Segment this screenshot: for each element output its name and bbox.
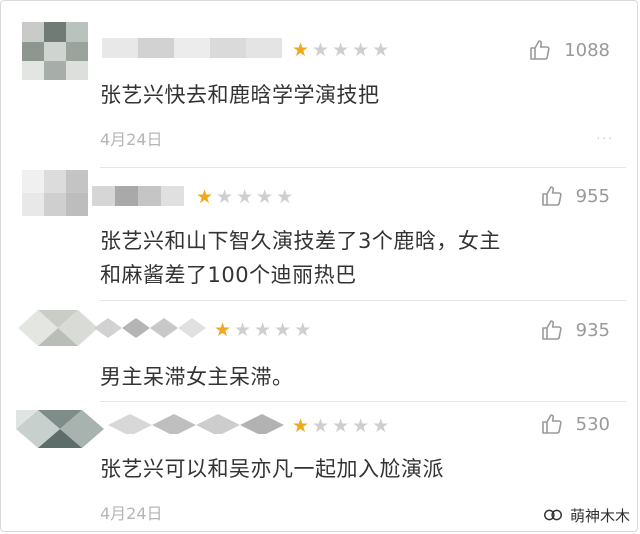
- username-blurred[interactable]: [108, 414, 284, 434]
- divider: [100, 401, 626, 402]
- star-empty-icon: ★: [372, 415, 393, 437]
- star-empty-icon: ★: [236, 186, 257, 208]
- star-empty-icon: ★: [234, 319, 255, 341]
- star-filled-icon: ★: [196, 186, 217, 208]
- star-rating: ★★★★★: [292, 40, 392, 60]
- like-button[interactable]: 955: [540, 183, 610, 209]
- star-rating: ★★★★★: [292, 416, 392, 436]
- star-filled-icon: ★: [292, 39, 313, 61]
- comment-text: 张艺兴快去和鹿晗学学演技把: [100, 78, 380, 112]
- star-empty-icon: ★: [274, 319, 295, 341]
- thumbs-up-icon: [541, 186, 562, 206]
- divider: [100, 300, 626, 301]
- like-count: 955: [575, 185, 610, 207]
- watermark: 萌神木木: [542, 504, 630, 526]
- avatar-blurred[interactable]: [22, 170, 88, 216]
- comment-text-line: 张艺兴可以和吴亦凡一起加入尬演派: [100, 457, 444, 481]
- divider: [100, 167, 626, 168]
- avatar-blurred[interactable]: [18, 306, 98, 350]
- comment-text-line: 男主呆滞女主呆滞。: [100, 365, 294, 389]
- watermark-text: 萌神木木: [569, 506, 630, 525]
- star-empty-icon: ★: [352, 39, 373, 61]
- comment-text-line: 张艺兴快去和鹿晗学学演技把: [100, 83, 380, 107]
- like-count: 530: [575, 413, 610, 435]
- star-empty-icon: ★: [352, 415, 373, 437]
- star-rating: ★★★★★: [214, 320, 314, 340]
- avatar-blurred[interactable]: [16, 406, 106, 452]
- thumbs-up-icon: [541, 414, 562, 434]
- star-empty-icon: ★: [294, 319, 315, 341]
- like-button[interactable]: 1088: [528, 37, 610, 63]
- like-button[interactable]: 530: [540, 411, 610, 437]
- star-empty-icon: ★: [216, 186, 237, 208]
- star-empty-icon: ★: [372, 39, 393, 61]
- comment-text: 张艺兴和山下智久演技差了3个鹿晗，女主 和麻酱差了100个迪丽热巴: [100, 224, 501, 292]
- wechat-channel-icon: [544, 509, 562, 521]
- comment-text: 张艺兴可以和吴亦凡一起加入尬演派: [100, 452, 444, 486]
- star-rating: ★★★★★: [196, 187, 296, 207]
- star-empty-icon: ★: [332, 39, 353, 61]
- comment-text: 男主呆滞女主呆滞。: [100, 360, 294, 394]
- star-empty-icon: ★: [312, 39, 333, 61]
- like-count: 1088: [564, 39, 610, 61]
- username-blurred[interactable]: [94, 318, 206, 338]
- star-empty-icon: ★: [254, 319, 275, 341]
- thumbs-up-icon: [530, 40, 550, 60]
- star-empty-icon: ★: [256, 186, 277, 208]
- comment-text-line: 张艺兴和山下智久演技差了3个鹿晗，女主: [100, 229, 501, 253]
- username-blurred[interactable]: [92, 186, 184, 206]
- comment-date: 4月24日: [100, 504, 163, 523]
- comment-text-line: 和麻酱差了100个迪丽热巴: [100, 263, 357, 287]
- star-empty-icon: ★: [276, 186, 297, 208]
- star-filled-icon: ★: [214, 319, 235, 341]
- username-blurred[interactable]: [102, 38, 282, 58]
- star-empty-icon: ★: [332, 415, 353, 437]
- avatar-blurred[interactable]: [22, 22, 88, 80]
- more-options-icon[interactable]: ...: [597, 128, 614, 142]
- comment-date: 4月24日: [100, 130, 163, 149]
- thumbs-up-icon: [541, 320, 562, 340]
- like-count: 935: [575, 319, 610, 341]
- star-empty-icon: ★: [312, 415, 333, 437]
- star-filled-icon: ★: [292, 415, 313, 437]
- like-button[interactable]: 935: [540, 317, 610, 343]
